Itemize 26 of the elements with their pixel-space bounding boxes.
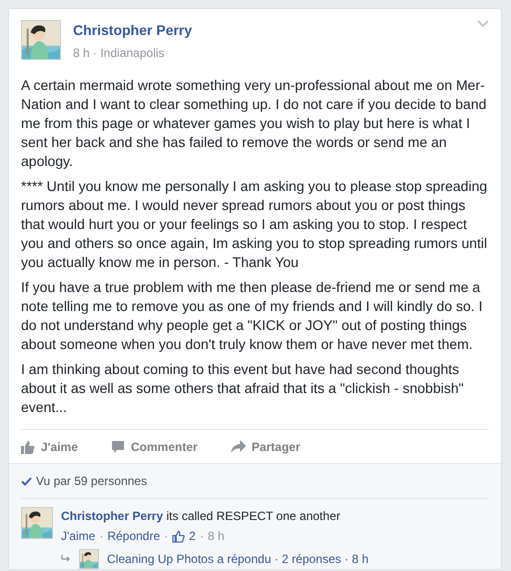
checkmark-icon <box>21 476 32 486</box>
like-link[interactable]: J'aime <box>61 527 96 545</box>
comment-text: Christopher Perry its called RESPECT one another <box>61 508 340 525</box>
post-paragraph: **** Until you know me personally I am asking you to please stop spreading rumors about me. I would never spread rumors about you or post things that would hurt you or your feelings so I am asking you to stop. I respect you and others so once again, Im asking you to stop spreading rumors until you actually know me in person. - Thank You <box>21 177 488 272</box>
separator: · <box>99 528 104 545</box>
comment-button[interactable]: Commenter <box>110 438 198 456</box>
comment-time: 8 h <box>208 528 224 545</box>
replies-link[interactable]: Cleaning Up Photos a répondu · 2 réponses · 8 h <box>107 550 368 568</box>
post-meta: 8 h · Indianapolis <box>73 45 166 62</box>
like-button[interactable]: J'aime <box>21 438 78 456</box>
share-button[interactable]: Partager <box>230 438 300 456</box>
seen-count: Vu par 59 personnes <box>36 473 147 490</box>
post-paragraph: A certain mermaid wrote something very un-professional about me on Mer-Nation and I want to clear something up. I do not care if you decide to band me from this page or whatever games you wish to play but here is what I sent her back and she has failed to remove the words or send me an apology. <box>21 76 488 171</box>
author-name[interactable]: Christopher Perry <box>73 20 469 41</box>
separator: · <box>164 528 168 545</box>
share-arrow-icon <box>230 440 246 453</box>
separator: · <box>200 528 204 545</box>
chevron-down-icon[interactable] <box>477 20 489 28</box>
post-paragraph: If you have a true problem with me then please de-friend me or send me a note telling me to remove you as one of my friends and I will kindly do so. I do not understand why people get a "KICK or JOY" out of posting things about someone when you don't truly know them or have never met them. <box>21 278 484 354</box>
like-count[interactable]: 2 <box>189 527 196 545</box>
post-paragraph: I am thinking about coming to this event but have had second thoughts about it as well as some others that afraid that its a "clickish - snobbish" event... <box>21 360 465 417</box>
thumbs-up-icon <box>21 440 35 454</box>
reply-arrow-icon <box>61 555 71 563</box>
thumbs-up-icon <box>172 530 186 542</box>
reply-link[interactable]: Répondre <box>107 527 160 545</box>
speech-bubble-icon <box>110 440 125 454</box>
